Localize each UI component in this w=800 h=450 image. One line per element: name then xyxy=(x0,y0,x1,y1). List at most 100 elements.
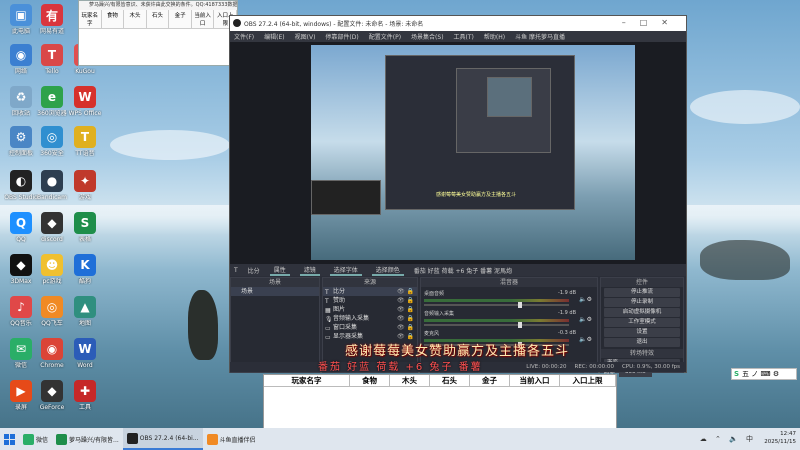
select-color-button[interactable]: 选择颜色 xyxy=(371,265,404,276)
desktop-icon[interactable]: T TT语音 xyxy=(68,126,102,157)
source-item[interactable]: T 比分 👁 🔒 xyxy=(323,287,417,296)
desktop-icon-label: 地图 xyxy=(78,320,91,327)
desktop-icon[interactable]: ◐ OBS Studio xyxy=(4,170,38,201)
menu-item[interactable]: 视图(V) xyxy=(295,32,316,41)
visibility-lock-icons[interactable]: 👁 🔒 xyxy=(397,305,414,314)
source-item[interactable]: ▦ 图片 👁 🔒 xyxy=(323,305,417,314)
source-name: 赞助 xyxy=(333,297,346,304)
menu-item[interactable]: 工具(T) xyxy=(454,32,474,41)
filters-button[interactable]: 滤镜 xyxy=(299,265,320,276)
desktop-icon[interactable]: ♻ 回收站 xyxy=(4,86,38,117)
control-button[interactable]: 启动虚拟摄像机 xyxy=(604,308,680,317)
control-button[interactable]: 工作室模式 xyxy=(604,318,680,327)
desktop-icon-label: 游戏 xyxy=(78,194,91,201)
desktop-icon[interactable]: ◆ 3DMax xyxy=(4,254,38,285)
desktop-icon[interactable]: ▲ 地图 xyxy=(68,296,102,327)
source-name: 窗口采集 xyxy=(333,324,358,331)
visibility-lock-icons[interactable]: 👁 🔒 xyxy=(397,314,414,323)
obs-preview[interactable]: 感谢莓莓美女赞助赢方及主播各五斗 xyxy=(230,42,686,264)
desktop-icon-label: Tello xyxy=(45,68,59,75)
desktop-icon[interactable]: ✦ 游戏 xyxy=(68,170,102,201)
visibility-lock-icons[interactable]: 👁 🔒 xyxy=(397,296,414,305)
visibility-lock-icons[interactable]: 👁 🔒 xyxy=(397,323,414,332)
taskbar-app[interactable]: 斗鱼直播伴侣 xyxy=(203,428,260,450)
score-caption: 番茄 好蓝 荷载 +6 兔子 番薯 xyxy=(318,362,483,373)
app-icon: Q xyxy=(10,212,32,234)
desktop-icon[interactable]: ✚ 工具 xyxy=(68,380,102,411)
menu-item[interactable]: 斗鱼 摩托萝马直播 xyxy=(515,32,565,41)
desktop-icon[interactable]: S 表格 xyxy=(68,212,102,243)
desktop-icon[interactable]: ● Bandicam xyxy=(35,170,69,201)
menu-item[interactable]: 场景集合(S) xyxy=(411,32,444,41)
desktop-icon[interactable]: ⚙ 控制面板 xyxy=(4,126,38,157)
speaker-gear-icon[interactable]: 🔈⚙ xyxy=(579,296,592,303)
select-font-button[interactable]: 选择字体 xyxy=(329,265,362,276)
volume-fader[interactable] xyxy=(424,322,569,328)
desktop-icon[interactable]: ◆ GeForce xyxy=(35,380,69,411)
desktop-icon[interactable]: K 酷狗 xyxy=(68,254,102,285)
start-button[interactable] xyxy=(0,428,19,450)
cloud xyxy=(690,90,800,124)
desktop-icon[interactable]: ♪ QQ音乐 xyxy=(4,296,38,327)
selected-source-name: 比分 xyxy=(247,267,260,275)
sponsor-caption: 感谢莓莓美女赞助赢方及主播各五斗 xyxy=(345,344,570,359)
source-list: T 比分 👁 🔒 T 赞助 👁 🔒 ▦ 图片 👁 🔒 🎙 音频输入采集 👁 🔒 ▭ 窗口采集 👁 🔒 ▭ 显示器… xyxy=(323,287,417,341)
source-item[interactable]: ▭ 窗口采集 👁 🔒 xyxy=(323,323,417,332)
menu-item[interactable]: 文件(F) xyxy=(234,32,254,41)
window-controls[interactable]: –□✕ xyxy=(622,18,682,27)
desktop-icon[interactable]: Q QQ xyxy=(4,212,38,243)
desktop-icon[interactable]: ◉ 网络 xyxy=(4,44,38,75)
desktop-icon[interactable]: ▶ 录屏 xyxy=(4,380,38,411)
control-button[interactable]: 停止录制 xyxy=(604,298,680,307)
taskbar-app[interactable]: 微信 xyxy=(19,428,52,450)
app-icon: K xyxy=(74,254,96,276)
ime-toolbar[interactable]: S 五 ノ ⌨ ⚙ xyxy=(731,368,797,380)
clock[interactable]: 12:47 2025/11/15 xyxy=(764,430,796,446)
desktop-icon[interactable]: ◎ QQ飞车 xyxy=(35,296,69,327)
properties-button[interactable]: 属性 xyxy=(269,265,290,276)
speaker-gear-icon[interactable]: 🔈⚙ xyxy=(579,336,592,343)
desktop-icon[interactable]: ◎ 360安全 xyxy=(35,126,69,157)
app-icon: ◆ xyxy=(41,212,63,234)
taskbar-app[interactable]: OBS 27.2.4 (64-bi... xyxy=(122,428,203,450)
taskbar-app-label: 萝马躁兴/有限皆... xyxy=(69,436,119,444)
app-icon: S xyxy=(74,212,96,234)
desktop-icon[interactable]: 有网易有道 xyxy=(35,4,69,35)
source-item[interactable]: 🎙 音频输入采集 👁 🔒 xyxy=(323,314,417,323)
taskbar-app[interactable]: 萝马躁兴/有限皆... xyxy=(52,428,123,450)
speaker-gear-icon[interactable]: 🔈⚙ xyxy=(579,316,592,323)
desktop-icon-label: 控制面板 xyxy=(8,150,33,157)
menu-item[interactable]: 编辑(E) xyxy=(264,32,284,41)
obs-window[interactable]: OBS 27.2.4 (64-bit, windows) - 配置文件: 未命名… xyxy=(229,15,687,377)
scene-item[interactable]: 场景 xyxy=(231,287,319,296)
desktop-icon[interactable]: ◉ Chrome xyxy=(35,338,69,369)
desktop-icon[interactable]: ▣ 此电脑 xyxy=(4,4,38,35)
app-icon xyxy=(23,433,34,445)
desktop-icon-label: GeForce xyxy=(39,404,65,411)
visibility-lock-icons[interactable]: 👁 🔒 xyxy=(397,287,414,296)
desktop-icon[interactable]: W WPS Office xyxy=(68,86,102,117)
desktop-icon-label: pc游戏 xyxy=(42,278,62,285)
volume-fader[interactable] xyxy=(424,302,569,308)
desktop-icon-label: WPS Office xyxy=(68,110,102,117)
control-button[interactable]: 退出 xyxy=(604,338,680,347)
desktop-icon[interactable]: ◆ discord xyxy=(35,212,69,243)
desktop-icon[interactable]: ☻ pc游戏 xyxy=(35,254,69,285)
spreadsheet-window[interactable]: 萝马躁兴/有限皆意识、未获许由此交换的条件。QQ:4187333数据出行 玩家名… xyxy=(78,0,238,66)
desktop-icon[interactable]: e 360浏览器 xyxy=(35,86,69,117)
menu-item[interactable]: 停靠部件(D) xyxy=(325,32,358,41)
menu-item[interactable]: 配置文件(P) xyxy=(369,32,401,41)
nested-obs-capture: 感谢莓莓美女赞助赢方及主播各五斗 xyxy=(385,55,575,210)
control-button[interactable]: 停止推流 xyxy=(604,288,680,297)
mixer-channel: 桌面音频 -1.9 dB 🔈⚙ xyxy=(424,290,594,308)
desktop-icon-label: 回收站 xyxy=(11,110,30,117)
desktop-icon[interactable]: T Tello xyxy=(35,44,69,75)
control-button[interactable]: 设置 xyxy=(604,328,680,337)
source-item[interactable]: T 赞助 👁 🔒 xyxy=(323,296,417,305)
desktop-icon-label: 录屏 xyxy=(14,404,27,411)
tray-icons[interactable]: ☁ ⌃ 🔈 中 xyxy=(700,434,756,444)
nested-obs-capture xyxy=(311,180,381,215)
desktop-icon[interactable]: W Word xyxy=(68,338,102,369)
desktop-icon[interactable]: ✉ 微信 xyxy=(4,338,38,369)
menu-item[interactable]: 帮助(H) xyxy=(484,32,505,41)
